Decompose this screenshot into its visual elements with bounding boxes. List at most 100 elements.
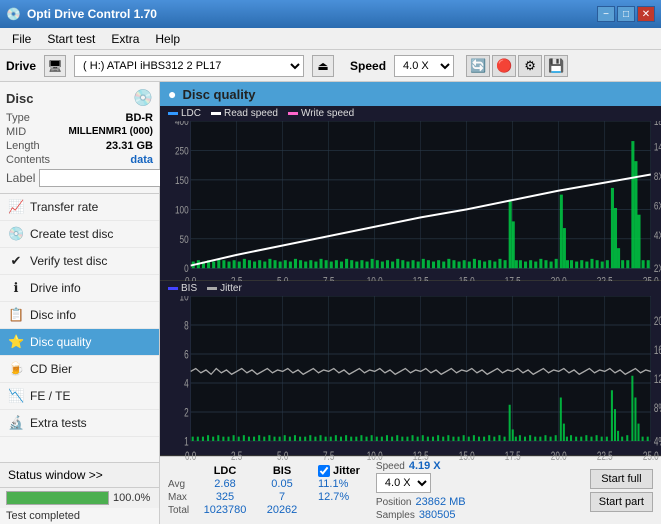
disc-quality-label: Disc quality [30,335,91,349]
svg-text:250: 250 [175,145,189,157]
drive-bar: Drive 🖥 ( H:) ATAPI iHBS312 2 PL17 ⏏ Spe… [0,50,661,82]
read-speed-legend-label: Read speed [224,108,278,119]
close-button[interactable]: ✕ [637,6,655,22]
read-speed-legend-dot [211,112,221,115]
jitter-total [318,504,360,516]
contents-value: data [130,154,153,166]
legend-ldc: LDC [168,108,201,119]
chart-header: ● Disc quality [160,82,661,106]
top-chart-legend: LDC Read speed Write speed [160,106,661,121]
disc-info-label: Disc info [30,308,76,322]
burn-icon[interactable]: 🔴 [492,55,516,77]
length-label: Length [6,140,40,152]
maximize-button[interactable]: □ [617,6,635,22]
total-label: Total [168,505,188,516]
svg-text:25.0: 25.0 [643,451,659,464]
bottom-chart-svg: 1 2 4 6 8 10 4% 8% 12% 16% 20% [160,296,661,470]
drive-info-icon: ℹ [8,280,24,296]
bis-total: 20262 [262,504,302,516]
svg-text:7.5: 7.5 [323,451,335,464]
sidebar-item-disc-info[interactable]: 📋 Disc info [0,302,159,329]
jitter-legend-dot [207,287,217,290]
sidebar-item-verify-test-disc[interactable]: ✔ Verify test disc [0,248,159,275]
sidebar-item-create-test-disc[interactable]: 💿 Create test disc [0,221,159,248]
svg-text:4X: 4X [654,230,661,242]
ldc-max: 325 [200,491,250,503]
svg-text:6: 6 [184,349,189,362]
svg-text:16%: 16% [654,345,661,358]
menu-file[interactable]: File [4,30,39,48]
svg-text:0: 0 [184,263,189,275]
svg-text:4%: 4% [654,436,661,449]
disc-quality-icon: ⭐ [8,334,24,350]
transfer-rate-icon: 📈 [8,199,24,215]
position-label: Position [376,497,412,508]
ldc-legend-label: LDC [181,108,201,119]
extra-tests-icon: 🔬 [8,415,24,431]
sidebar-item-fe-te[interactable]: 📉 FE / TE [0,383,159,410]
cd-bier-icon: 🍺 [8,361,24,377]
svg-text:20.0: 20.0 [551,451,567,464]
disc-header: Disc [6,91,33,106]
refresh-icon[interactable]: 🔄 [466,55,490,77]
settings-icon[interactable]: ⚙ [518,55,542,77]
extra-tests-label: Extra tests [30,416,87,430]
ldc-total: 1023780 [200,504,250,516]
transfer-rate-label: Transfer rate [30,200,98,214]
progress-bar-container: 100.0% [0,488,159,508]
svg-text:0.0: 0.0 [185,451,197,464]
svg-text:50: 50 [180,234,189,246]
sidebar-item-extra-tests[interactable]: 🔬 Extra tests [0,410,159,437]
create-test-disc-icon: 💿 [8,226,24,242]
top-chart-svg: 0 50 100 150 250 400 2X 4X 6X 8X 14X 18X [160,121,661,295]
svg-text:400: 400 [175,121,189,128]
write-speed-legend-dot [288,112,298,115]
ldc-legend-dot [168,112,178,115]
chart-area: ● Disc quality LDC Read speed [160,82,661,524]
drive-select[interactable]: ( H:) ATAPI iHBS312 2 PL17 [74,55,304,77]
svg-text:20%: 20% [654,316,661,329]
sidebar-item-cd-bier[interactable]: 🍺 CD Bier [0,356,159,383]
svg-text:12%: 12% [654,374,661,387]
write-speed-legend-label: Write speed [301,108,354,119]
svg-text:2X: 2X [654,263,661,275]
main-content: Disc 💿 Type BD-R MID MILLENMR1 (000) Len… [0,82,661,524]
position-val: 23862 MB [415,496,465,508]
title-bar-title: 💿 Opti Drive Control 1.70 [6,7,157,21]
speed-label: Speed [350,59,386,73]
svg-text:100: 100 [175,204,189,216]
svg-text:15.0: 15.0 [459,451,475,464]
start-part-button[interactable]: Start part [590,492,653,512]
eject-button[interactable]: ⏏ [312,55,334,77]
bis-avg: 0.05 [262,478,302,490]
svg-text:17.5: 17.5 [505,451,521,464]
sidebar-bottom: Status window >> 100.0% Test completed [0,462,159,524]
charts-container: LDC Read speed Write speed [160,106,661,456]
svg-text:8: 8 [184,320,189,333]
create-test-disc-label: Create test disc [30,227,113,241]
menu-help[interactable]: Help [147,30,188,48]
svg-text:6X: 6X [654,200,661,212]
disc-info-icon: 📋 [8,307,24,323]
type-value: BD-R [126,112,154,124]
svg-text:12.5: 12.5 [413,451,429,464]
sidebar-item-drive-info[interactable]: ℹ Drive info [0,275,159,302]
sidebar-item-disc-quality[interactable]: ⭐ Disc quality [0,329,159,356]
status-window-button[interactable]: Status window >> [0,463,159,488]
verify-test-disc-label: Verify test disc [30,254,107,268]
menu-extra[interactable]: Extra [103,30,147,48]
svg-text:5.0: 5.0 [277,451,289,464]
speed-dropdown[interactable]: 4.0 X [376,473,431,493]
drive-label: Drive [6,59,36,73]
menu-start-test[interactable]: Start test [39,30,103,48]
speed-select[interactable]: 4.0 X [394,55,454,77]
svg-text:10.0: 10.0 [367,451,383,464]
svg-text:18X: 18X [654,121,661,128]
jitter-max: 12.7% [318,491,360,503]
action-buttons: Start full Start part [590,469,653,512]
type-label: Type [6,112,30,124]
save-icon[interactable]: 💾 [544,55,568,77]
sidebar-item-transfer-rate[interactable]: 📈 Transfer rate [0,194,159,221]
fe-te-label: FE / TE [30,389,70,403]
minimize-button[interactable]: − [597,6,615,22]
